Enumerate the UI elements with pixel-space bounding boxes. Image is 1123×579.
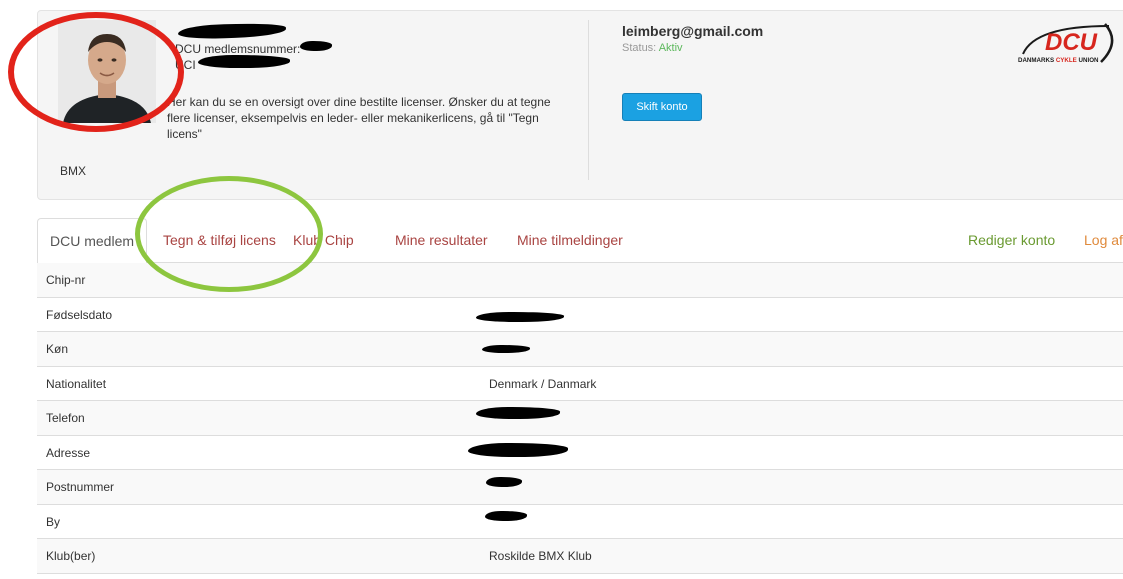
table-row: Fødselsdato [37,298,1123,332]
row-label: Telefon [46,411,85,425]
row-label: Postnummer [46,480,115,494]
logo-sub-right: UNION [1079,57,1099,64]
table-row: Klub(ber) Roskilde BMX Klub [37,539,1123,574]
tab-dcu-member[interactable]: DCU medlem [37,218,148,264]
annotation-circle-red [8,12,184,132]
dcu-logo-graphic: DCU DANMARKS CYKLE UNION [1018,23,1114,64]
logo-sub-mid: CYKLE [1056,57,1077,64]
row-label: Adresse [46,445,91,460]
logo-sub-left: DANMARKS [1018,57,1054,64]
row-label: Chip-nr [46,273,86,287]
redacted-member-number [300,41,332,51]
switch-account-button[interactable]: Skift konto [622,93,702,121]
redacted-postcode [486,477,522,487]
intro-text: Her kan du se en oversigt over dine best… [167,95,551,141]
tab-my-results[interactable]: Mine resultater [395,218,488,263]
table-row: Telefon [37,401,1123,436]
table-row: Køn [37,332,1123,367]
account-status: Status: Aktiv [622,42,683,54]
edit-account-link[interactable]: Rediger konto [968,218,1055,263]
redacted-birthdate [476,312,564,322]
row-value: Denmark / Danmark [489,376,597,391]
member-details-table: Chip-nr Fødselsdato Køn Nationalitet Den… [37,263,1123,574]
status-value: Aktiv [658,42,683,54]
redacted-phone [476,407,560,419]
discipline-label: BMX [60,164,87,178]
divider [588,20,589,180]
row-value: Roskilde BMX Klub [489,549,592,563]
table-row: Postnummer [37,470,1123,505]
row-label: By [46,514,61,529]
logout-link[interactable]: Log af [1084,218,1123,263]
redacted-gender [482,345,530,353]
redacted-address [468,443,568,457]
dcu-logo: DCU DANMARKS CYKLE UNION [1015,20,1119,78]
table-row: Adresse [37,436,1123,470]
table-row: By [37,505,1123,539]
annotation-circle-green [135,176,323,292]
status-label: Status: [622,42,657,54]
row-label: Fødselsdato [46,307,113,322]
tab-my-signups[interactable]: Mine tilmeldinger [517,218,623,263]
member-number-label: DCU medlemsnummer: [175,42,301,56]
account-email: leimberg@gmail.com [622,23,764,39]
row-label: Klub(ber) [46,549,96,563]
svg-text:DANMARKS CYKLE UNI: DANMARKS CYKLE UNION [1018,57,1099,64]
redacted-city [485,511,527,521]
logo-text: DCU [1045,29,1098,56]
row-label: Køn [46,342,69,356]
table-row: Nationalitet Denmark / Danmark [37,367,1123,401]
row-label: Nationalitet [46,376,107,391]
